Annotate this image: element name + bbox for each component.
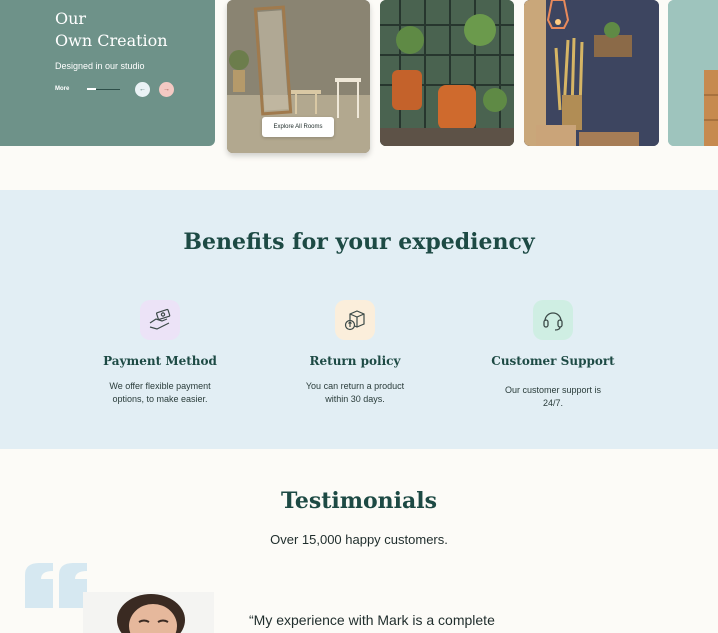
benefit-description: You can return a product within 30 days. <box>305 381 405 404</box>
benefit-title: Customer Support <box>491 354 615 368</box>
benefit-return-policy: Return policy You can return a product w… <box>265 300 445 406</box>
benefits-title: Benefits for your expediency <box>183 229 535 255</box>
arrow-left-icon: ← <box>139 86 146 93</box>
customer-avatar <box>83 592 214 633</box>
hero-title: Our Own Creation <box>55 8 168 52</box>
slider-progress-line <box>87 88 120 90</box>
prev-slide-button[interactable]: ← <box>135 82 150 97</box>
benefit-description: Our customer support is 24/7. <box>504 385 602 408</box>
room-image-orange-chairs[interactable] <box>380 0 514 146</box>
hand-money-icon <box>140 300 180 340</box>
testimonials-subtitle: Over 15,000 happy customers. <box>270 532 448 547</box>
room-image-wall-decor[interactable] <box>524 0 659 146</box>
hero-title-line2: Own Creation <box>55 31 168 50</box>
benefit-title: Payment Method <box>103 354 217 368</box>
headset-icon <box>533 300 573 340</box>
benefit-payment-method: Payment Method We offer flexible payment… <box>70 300 250 406</box>
arrow-right-icon: → <box>163 86 170 93</box>
next-slide-button[interactable]: → <box>159 82 174 97</box>
benefit-description: We offer flexible payment options, to ma… <box>109 381 211 404</box>
benefits-section: Benefits for your expediency Payment Met… <box>0 190 718 449</box>
benefit-title: Return policy <box>309 354 401 368</box>
explore-all-rooms-button[interactable]: Explore All Rooms <box>262 117 334 137</box>
return-box-icon <box>335 300 375 340</box>
hero-title-line1: Our <box>55 9 87 28</box>
hero-card: Our Own Creation Designed in our studio … <box>0 0 215 146</box>
testimonial-quote: “My experience with Mark is a complete <box>249 612 495 628</box>
benefit-customer-support: Customer Support Our customer support is… <box>463 300 643 410</box>
room-image-dresser[interactable] <box>668 0 718 146</box>
quote-icon <box>25 563 87 608</box>
hero-subtitle: Designed in our studio <box>55 61 145 71</box>
more-link[interactable]: More <box>55 86 69 92</box>
testimonials-title: Testimonials <box>280 488 438 514</box>
